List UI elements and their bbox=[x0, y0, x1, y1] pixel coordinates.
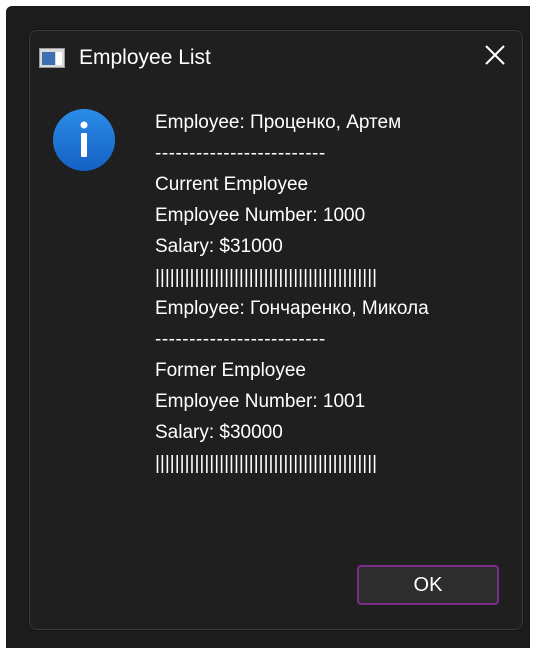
separator-line: ------------------------- bbox=[155, 143, 326, 164]
ok-button[interactable]: OK bbox=[357, 565, 499, 605]
employee-number-line: Employee Number: 1001 bbox=[155, 391, 366, 412]
salary-line: Salary: $31000 bbox=[155, 236, 283, 257]
employee-name-line: Employee: Проценко, Артем bbox=[155, 112, 402, 133]
close-button[interactable] bbox=[478, 40, 512, 74]
employee-status-line: Current Employee bbox=[155, 174, 309, 195]
message-text: Employee: Проценко, Артем --------------… bbox=[155, 107, 429, 479]
info-icon bbox=[52, 108, 116, 172]
separator-line: ------------------------- bbox=[155, 329, 326, 350]
bar-separator-line: ||||||||||||||||||||||||||||||||||||||||… bbox=[155, 453, 378, 474]
bar-separator-line: ||||||||||||||||||||||||||||||||||||||||… bbox=[155, 267, 378, 288]
employee-number-line: Employee Number: 1000 bbox=[155, 205, 366, 226]
employee-status-line: Former Employee bbox=[155, 360, 306, 381]
employee-name-line: Employee: Гончаренко, Микола bbox=[155, 298, 429, 319]
window-app-icon bbox=[39, 48, 65, 68]
close-icon bbox=[484, 44, 506, 71]
salary-line: Salary: $30000 bbox=[155, 422, 283, 443]
window-title: Employee List bbox=[79, 46, 211, 69]
message-dialog: Employee List Employee: Проценко, Артем … bbox=[29, 30, 523, 630]
title-bar[interactable]: Employee List bbox=[30, 31, 522, 83]
